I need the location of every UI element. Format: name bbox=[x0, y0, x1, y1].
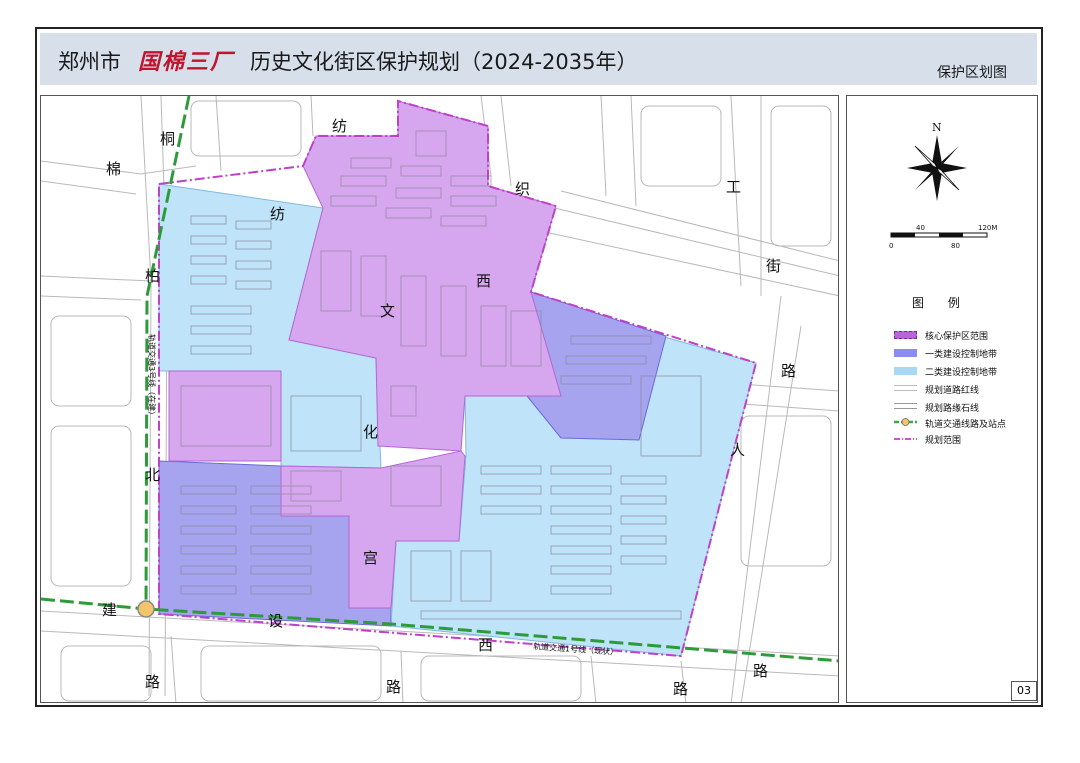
title-brand: 国棉三厂 bbox=[138, 49, 235, 75]
legend-label-class1: 一类建设控制地带 bbox=[925, 350, 998, 360]
page-title: 历史文化街区保护规划（2024-2035年） bbox=[250, 50, 638, 74]
road-label: 文 bbox=[380, 302, 395, 320]
road-label: 宫 bbox=[363, 549, 378, 567]
metro-line-3-label: 轨道交通3号线（在建） bbox=[147, 334, 157, 419]
svg-text:40: 40 bbox=[916, 224, 925, 232]
road-label: 化 bbox=[363, 423, 378, 441]
map-subtitle: 保护区划图 bbox=[937, 65, 1007, 81]
legend-title: 图 例 bbox=[912, 296, 970, 310]
legend-label-core: 核心保护区范围 bbox=[925, 332, 989, 342]
scale-bar: 40 120M 0 80 bbox=[889, 224, 997, 250]
legend-swatch-boundary bbox=[894, 438, 917, 440]
legend-swatch-road-redline bbox=[894, 385, 917, 391]
road-label: 西 bbox=[476, 272, 491, 290]
metro-station bbox=[137, 600, 155, 618]
svg-text:0: 0 bbox=[889, 242, 893, 250]
road-label: 街 bbox=[766, 257, 781, 275]
road-label: 纺 bbox=[270, 205, 285, 223]
legend-label-metro: 轨道交通线路及站点 bbox=[925, 420, 1007, 430]
legend-swatch-class2 bbox=[894, 367, 917, 375]
road-label: 桐 bbox=[160, 130, 175, 148]
legend-label-boundary: 规划范围 bbox=[925, 436, 962, 446]
legend-label-road-redline: 规划道路红线 bbox=[925, 386, 980, 396]
legend-swatch-core bbox=[894, 331, 917, 339]
road-label: 工 bbox=[726, 178, 741, 196]
legend-panel: N 40 120M 0 80 图 例 核心保护区范围 一类建设控制地带 二类建设… bbox=[846, 95, 1038, 703]
road-label: 北 bbox=[145, 466, 160, 484]
road-label: 路 bbox=[386, 678, 401, 696]
legend-swatch-metro bbox=[894, 418, 917, 426]
svg-text:80: 80 bbox=[951, 242, 960, 250]
road-label: 建 bbox=[102, 601, 117, 619]
road-label: 人 bbox=[730, 441, 745, 459]
road-label: 柏 bbox=[145, 267, 160, 285]
sheet-number: 03 bbox=[1011, 681, 1037, 701]
core-protection-zone-west bbox=[168, 370, 282, 462]
zones bbox=[158, 100, 757, 657]
road-label: 棉 bbox=[106, 160, 121, 178]
road-label: 织 bbox=[515, 180, 530, 198]
map-panel[interactable]: 桐 棉 纺 织 纺 工 街 路 人 柏 北 路 西 文 化 宫 建 设 西 路 … bbox=[40, 95, 839, 703]
road-label: 西 bbox=[478, 636, 493, 654]
legend-label-class2: 二类建设控制地带 bbox=[925, 368, 998, 378]
svg-text:N: N bbox=[932, 121, 942, 134]
map-canvas[interactable]: 桐 棉 纺 织 纺 工 街 路 人 柏 北 路 西 文 化 宫 建 设 西 路 … bbox=[41, 96, 839, 703]
road-label: 路 bbox=[673, 680, 688, 698]
title-city: 郑州市 bbox=[58, 50, 121, 74]
legend-swatch-class1 bbox=[894, 349, 917, 357]
road-label: 设 bbox=[268, 612, 283, 630]
svg-text:120M: 120M bbox=[978, 224, 997, 232]
road-label: 路 bbox=[781, 362, 796, 380]
road-label: 纺 bbox=[332, 117, 347, 135]
north-arrow-icon: N bbox=[907, 121, 967, 201]
legend-label-curb-line: 规划路缘石线 bbox=[925, 404, 980, 414]
road-label: 路 bbox=[753, 662, 768, 680]
legend-swatch-curb-line bbox=[894, 403, 917, 409]
road-label: 路 bbox=[145, 673, 160, 691]
